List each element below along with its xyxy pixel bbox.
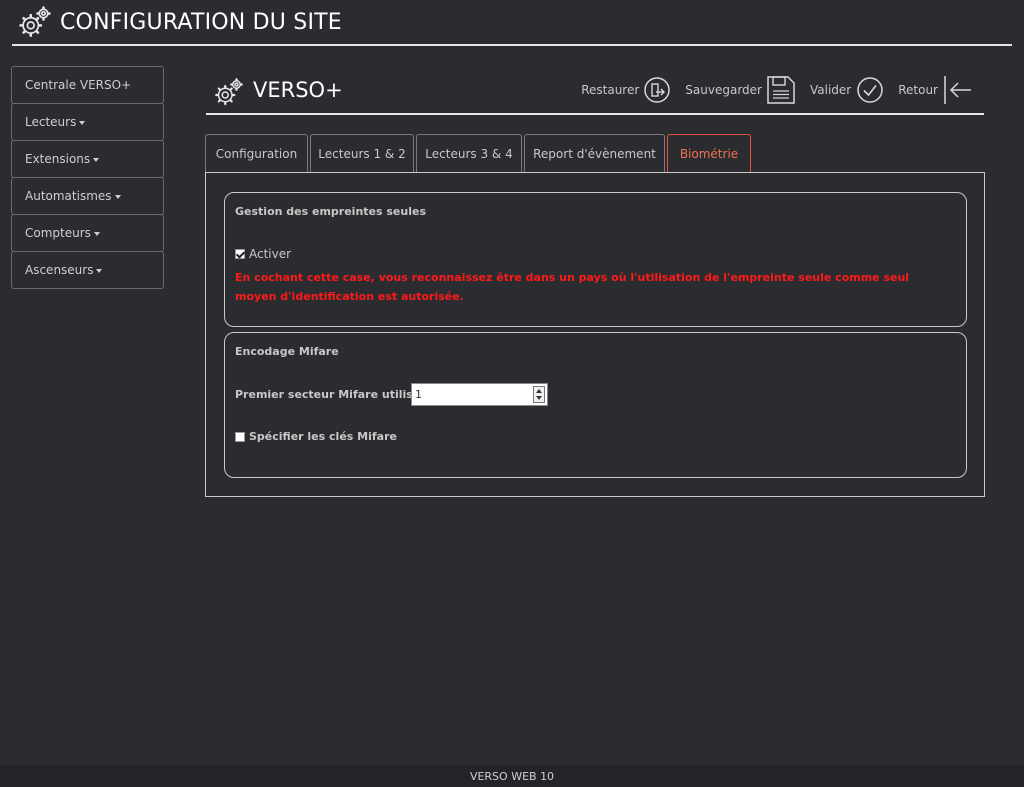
footer-text: VERSO WEB 10 (469, 770, 555, 783)
tab-lecteurs-3-4[interactable]: Lecteurs 3 & 4 (416, 134, 522, 173)
group-title: Encodage Mifare (235, 345, 339, 358)
caret-down-icon (93, 158, 100, 162)
save-button[interactable]: Sauvegarder (685, 75, 796, 105)
content-header: VERSO+ Restaurer Sauvegarder Valider Ret… (206, 70, 984, 115)
page-header: CONFIGURATION DU SITE (12, 0, 1012, 46)
restore-button[interactable]: Restaurer (581, 76, 671, 104)
tab-label: Biométrie (679, 147, 739, 161)
sidebar-item-centrale[interactable]: Centrale VERSO+ (11, 66, 164, 104)
back-button[interactable]: Retour (898, 75, 972, 105)
spinner-up-icon[interactable] (536, 389, 542, 393)
caret-down-icon (114, 195, 121, 199)
back-arrow-icon (944, 76, 971, 104)
caret-down-icon (96, 269, 103, 273)
tab-panel-biometrie: Gestion des empreintes seules Activer En… (205, 172, 985, 497)
mifare-group: Encodage Mifare Premier secteur Mifare u… (224, 332, 967, 478)
section-title: VERSO+ (253, 78, 343, 102)
checkmark-circle-icon (857, 77, 883, 103)
activate-row: Activer (235, 247, 291, 261)
restore-icon (644, 77, 671, 103)
sidebar-item-ascenseurs[interactable]: Ascenseurs (11, 251, 164, 289)
tab-biometrie[interactable]: Biométrie (667, 134, 751, 173)
tab-bar: Configuration Lecteurs 1 & 2 Lecteurs 3 … (205, 134, 753, 173)
validate-button[interactable]: Valider (810, 76, 884, 104)
toolbar: Restaurer Sauvegarder Valider Retour (581, 74, 984, 106)
caret-down-icon (79, 121, 86, 125)
sidebar-item-label: Compteurs (25, 226, 91, 240)
mifare-keys-checkbox[interactable] (235, 431, 245, 442)
first-sector-value: 1 (415, 388, 422, 401)
tab-lecteurs-1-2[interactable]: Lecteurs 1 & 2 (310, 134, 414, 173)
sidebar-item-label: Ascenseurs (25, 263, 94, 277)
sidebar: Centrale VERSO+ Lecteurs Extensions Auto… (11, 66, 164, 289)
back-label: Retour (898, 83, 938, 97)
sidebar-item-lecteurs[interactable]: Lecteurs (11, 103, 164, 141)
page-title: CONFIGURATION DU SITE (60, 9, 342, 35)
save-label: Sauvegarder (685, 83, 762, 97)
sidebar-item-label: Lecteurs (25, 115, 77, 129)
spinner-down-icon[interactable] (536, 396, 542, 400)
first-sector-label: Premier secteur Mifare utilisé : (235, 388, 429, 401)
tab-label: Configuration (215, 147, 298, 161)
sidebar-item-automatismes[interactable]: Automatismes (11, 177, 164, 215)
tab-label: Report d'évènement (533, 147, 656, 161)
sidebar-item-label: Centrale VERSO+ (25, 78, 132, 92)
fingerprint-group: Gestion des empreintes seules Activer En… (224, 192, 967, 327)
sidebar-item-extensions[interactable]: Extensions (11, 140, 164, 178)
warning-message: En cochant cette case, vous reconnaissez… (235, 271, 910, 303)
sidebar-item-label: Extensions (25, 152, 91, 166)
spinner-control[interactable] (533, 386, 545, 403)
activate-label: Activer (249, 247, 292, 261)
floppy-disk-icon (767, 76, 795, 104)
caret-down-icon (93, 232, 100, 236)
first-sector-input[interactable]: 1 (411, 383, 548, 406)
tab-configuration[interactable]: Configuration (205, 134, 308, 173)
footer: VERSO WEB 10 (0, 765, 1024, 787)
sidebar-item-compteurs[interactable]: Compteurs (11, 214, 164, 252)
tab-report-evenement[interactable]: Report d'évènement (524, 134, 665, 173)
activate-checkbox[interactable] (235, 249, 245, 259)
settings-gears-icon (215, 78, 243, 106)
restore-label: Restaurer (581, 83, 640, 97)
validate-label: Valider (809, 83, 852, 97)
settings-gears-icon (19, 6, 51, 37)
mifare-keys-label: Spécifier les clés Mifare (249, 430, 397, 443)
tab-label: Lecteurs 3 & 4 (425, 147, 513, 161)
group-title: Gestion des empreintes seules (235, 205, 426, 218)
sidebar-item-label: Automatismes (25, 189, 112, 203)
tab-label: Lecteurs 1 & 2 (318, 147, 406, 161)
mifare-keys-row: Spécifier les clés Mifare (235, 430, 397, 443)
